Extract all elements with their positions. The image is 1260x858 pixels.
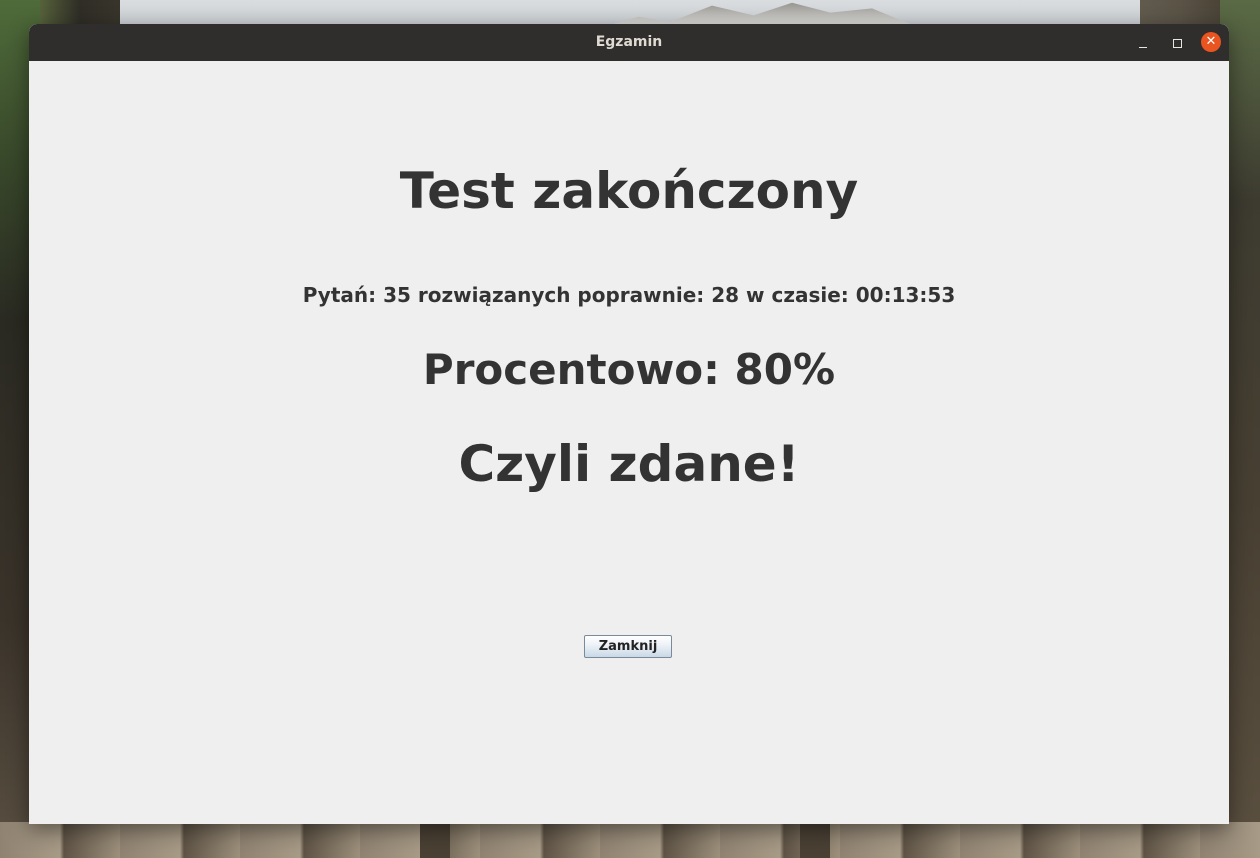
window-close-button[interactable]: ✕ [1201,32,1221,52]
app-window: Egzamin ✕ Test zakończony Pytań: 35 rozw… [29,24,1229,824]
minimize-button[interactable] [1133,33,1153,53]
maximize-button[interactable] [1167,33,1187,53]
result-stats: Pytań: 35 rozwiązanych poprawnie: 28 w c… [302,283,956,307]
result-percent: Procentowo: 80% [422,345,836,394]
result-panel: Test zakończony Pytań: 35 rozwiązanych p… [29,61,1229,824]
wallpaper-floor [0,822,1260,858]
result-verdict: Czyli zdane! [458,435,800,493]
maximize-icon [1172,38,1182,48]
close-icon: ✕ [1205,34,1217,49]
wallpaper-plank [800,822,830,858]
minimize-icon [1139,46,1147,48]
wallpaper-plank [420,822,450,858]
result-heading: Test zakończony [399,162,859,220]
window-title: Egzamin [595,34,663,50]
close-button[interactable]: Zamknij [584,635,672,658]
window-titlebar[interactable]: Egzamin ✕ [29,24,1229,61]
